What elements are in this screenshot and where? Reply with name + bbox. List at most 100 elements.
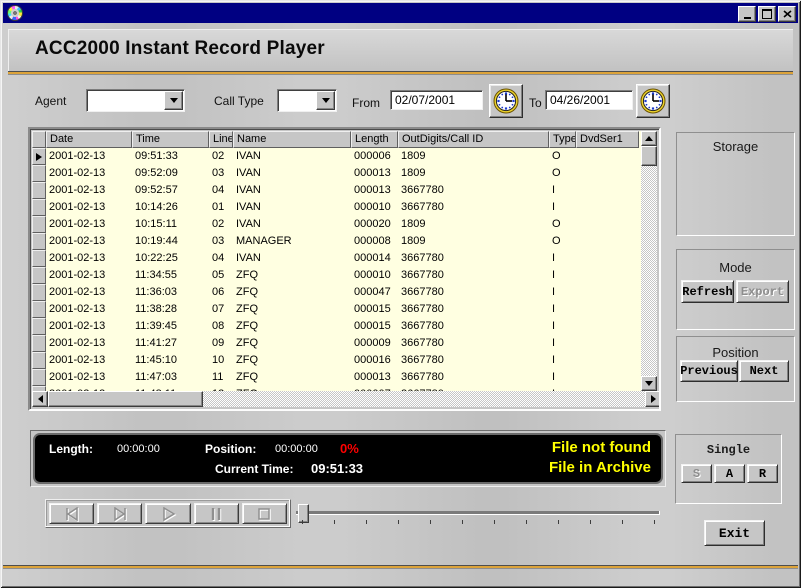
row-selector[interactable] [32,148,46,165]
table-row[interactable]: 2001-02-1310:15:1102IVAN0000201809O [32,216,643,233]
minimize-button[interactable] [738,6,756,22]
horizontal-scrollbar[interactable] [32,391,661,407]
table-cell: 07 [209,301,233,318]
table-cell: 000016 [351,352,398,369]
slider-ticks [302,520,658,524]
previous-button[interactable]: Previous [680,360,738,382]
play-button[interactable] [145,503,190,524]
column-header-name[interactable]: Name [233,131,351,148]
call-type-select[interactable]: All [277,89,337,112]
to-date-picker-button[interactable] [636,84,670,118]
table-cell: 10:19:44 [132,233,209,250]
column-header-type[interactable]: Type [549,131,576,148]
playback-display: Length: 00:00:00 Position: 00:00:00 0% C… [30,430,666,487]
agent-dropdown-button[interactable] [164,91,183,110]
column-header-line[interactable]: Line [209,131,233,148]
table-cell [576,318,639,335]
table-row[interactable]: 2001-02-1311:38:2807ZFQ0000153667780I [32,301,643,318]
scroll-up-button[interactable] [641,131,657,146]
column-header-dvdser1[interactable]: DvdSer1 [576,131,639,148]
scroll-right-button[interactable] [645,391,661,407]
single-r-button[interactable]: R [747,464,778,483]
vertical-scroll-thumb[interactable] [641,146,657,166]
column-header-time[interactable]: Time [132,131,209,148]
table-row[interactable]: 2001-02-1311:47:0311ZFQ0000133667780I [32,369,643,386]
selector-header-cell [32,131,46,148]
seek-slider[interactable] [296,501,659,527]
column-header-outdigits[interactable]: OutDigits/Call ID [398,131,549,148]
export-button[interactable]: Export [736,280,789,303]
table-cell: 03 [209,165,233,182]
table-cell: 09:52:09 [132,165,209,182]
horizontal-scroll-thumb[interactable] [48,391,203,407]
table-cell: O [549,148,576,165]
titlebar[interactable] [3,3,798,23]
agent-select[interactable]: All [86,89,185,112]
row-selector[interactable] [32,250,46,267]
table-row[interactable]: 2001-02-1311:36:0306ZFQ0000473667780I [32,284,643,301]
table-cell [576,216,639,233]
row-selector[interactable] [32,318,46,335]
row-selector[interactable] [32,216,46,233]
arrow-left-icon [38,395,43,403]
row-selector[interactable] [32,369,46,386]
next-track-button[interactable] [97,503,142,524]
call-type-dropdown-button[interactable] [316,91,335,110]
from-date-picker-button[interactable] [489,84,523,118]
table-row[interactable]: 2001-02-1311:41:2709ZFQ0000093667780I [32,335,643,352]
table-cell: IVAN [233,148,351,165]
scroll-left-button[interactable] [32,391,48,407]
table-row[interactable]: 2001-02-1310:22:2504IVAN0000143667780I [32,250,643,267]
from-date-field[interactable]: 02/07/2001 [390,90,483,110]
current-time-label: Current Time: [215,462,293,476]
close-button[interactable] [778,6,796,22]
row-selector[interactable] [32,335,46,352]
table-row[interactable]: 2001-02-1311:34:5505ZFQ0000103667780I [32,267,643,284]
table-row[interactable]: 2001-02-1309:52:0903IVAN0000131809O [32,165,643,182]
table-row[interactable]: 2001-02-1310:14:2601IVAN0000103667780I [32,199,643,216]
pause-button[interactable] [194,503,239,524]
stop-button[interactable] [242,503,287,524]
table-cell: 11:41:27 [132,335,209,352]
app-header: ACC2000 Instant Record Player [8,29,793,71]
single-s-button[interactable]: S [681,464,712,483]
table-body: 2001-02-1309:51:3302IVAN0000061809O2001-… [32,148,643,391]
table-cell [576,199,639,216]
slider-track[interactable] [296,511,660,515]
table-cell: 11:39:45 [132,318,209,335]
table-row[interactable]: 2001-02-1311:45:1010ZFQ0000163667780I [32,352,643,369]
mode-panel-title: Mode [677,260,794,275]
lcd-screen: Length: 00:00:00 Position: 00:00:00 0% C… [33,433,663,484]
table-row[interactable]: 2001-02-1309:51:3302IVAN0000061809O [32,148,643,165]
row-selector[interactable] [32,352,46,369]
row-selector[interactable] [32,267,46,284]
table-cell: 000020 [351,216,398,233]
maximize-button[interactable] [758,6,776,22]
to-date-field[interactable]: 04/26/2001 [545,90,633,110]
single-a-button[interactable]: A [714,464,745,483]
row-selector[interactable] [32,199,46,216]
row-selector[interactable] [32,165,46,182]
previous-track-button[interactable] [49,503,94,524]
column-header-length[interactable]: Length [351,131,398,148]
table-cell: 04 [209,250,233,267]
row-selector[interactable] [32,301,46,318]
row-selector[interactable] [32,284,46,301]
table-cell: O [549,216,576,233]
refresh-button[interactable]: Refresh [681,280,734,303]
table-cell: 000010 [351,267,398,284]
table-cell: 3667780 [398,352,549,369]
table-row[interactable]: 2001-02-1311:39:4508ZFQ0000153667780I [32,318,643,335]
table-cell: 000014 [351,250,398,267]
vertical-scrollbar[interactable] [641,131,657,391]
next-button[interactable]: Next [739,360,789,382]
row-selector[interactable] [32,233,46,250]
row-selector[interactable] [32,182,46,199]
column-header-date[interactable]: Date [46,131,132,148]
table-row[interactable]: 2001-02-1309:52:5704IVAN0000133667780I [32,182,643,199]
table-row[interactable]: 2001-02-1310:19:4403MANAGER0000081809O [32,233,643,250]
skip-back-icon [61,507,83,521]
table-cell: 000010 [351,199,398,216]
exit-button[interactable]: Exit [704,520,765,546]
scroll-down-button[interactable] [641,376,657,391]
